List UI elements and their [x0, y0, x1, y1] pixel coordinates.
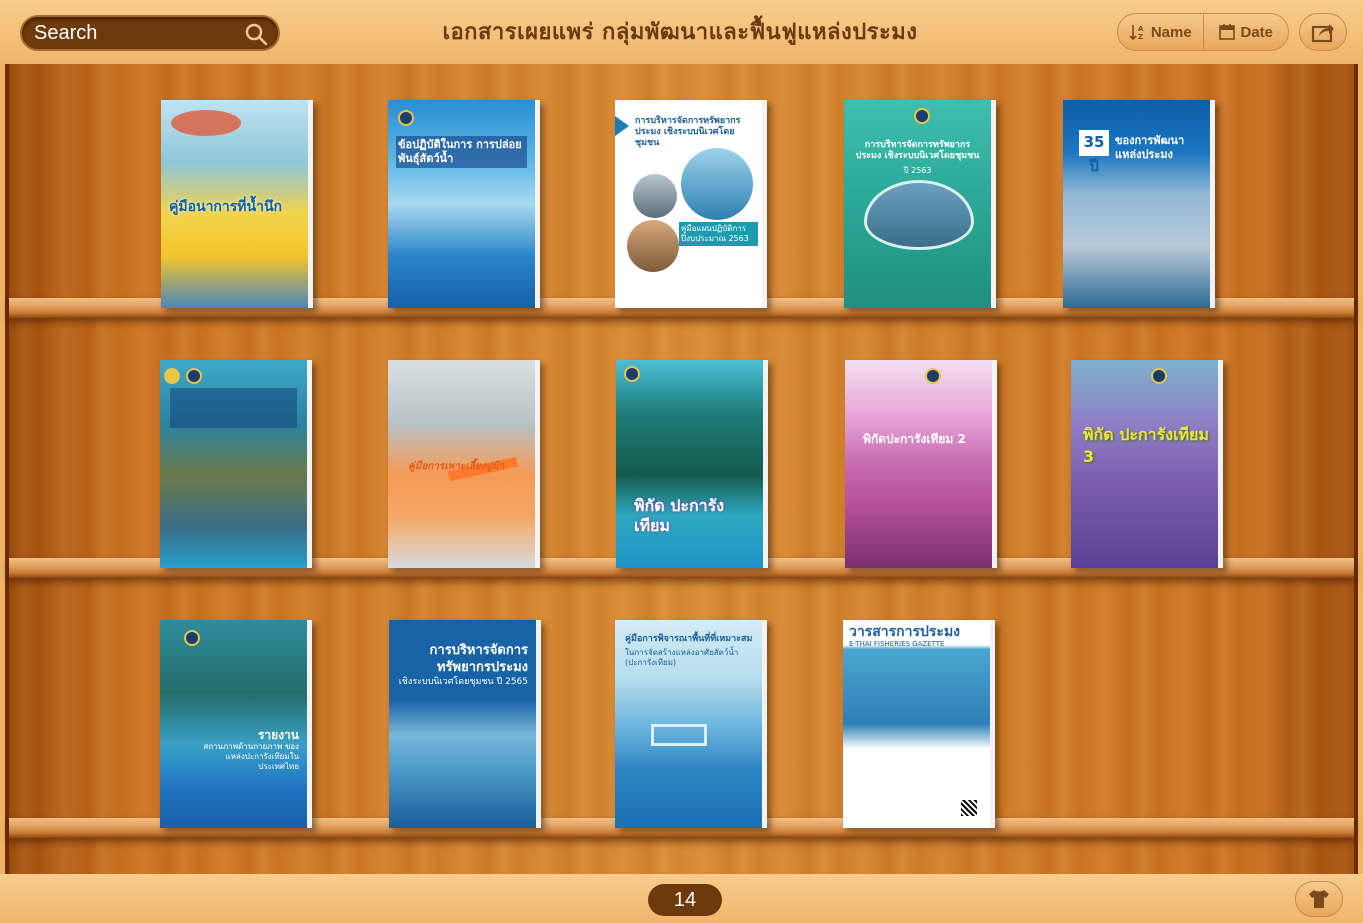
sort-by-name-button[interactable]: A Z Name: [1118, 14, 1203, 50]
bottom-toolbar: 14: [0, 874, 1363, 923]
sort-alpha-icon: A Z: [1129, 25, 1144, 41]
book-cover[interactable]: การบริหารจัดการทรัพยากรประมง เชิงระบบนิเ…: [844, 100, 996, 308]
book-subtitle: ในการจัดสร้างแหล่งอาศัยสัตว์น้ำ (ปะการัง…: [625, 648, 739, 667]
book-subtitle: เชิงระบบนิเวศโดยชุมชน ปี 2565: [398, 677, 528, 687]
svg-text:Z: Z: [1138, 33, 1143, 41]
book-title: การบริหารจัดการทรัพยากรประมง เชิงระบบนิเ…: [855, 140, 980, 161]
book-cover[interactable]: คู่มือการเพาะเลี้ยงปูม้า: [388, 360, 540, 568]
search-box[interactable]: [20, 15, 280, 51]
sort-group: A Z Name Date: [1117, 13, 1289, 51]
book-title: ข้อปฏิบัติในการ การปล่อยพันธุ์สัตว์น้ำ: [396, 136, 527, 168]
calendar-icon: [1219, 24, 1236, 40]
book-title: การบริหารจัดการทรัพยากรประมง เชิงระบบนิเ…: [635, 116, 741, 148]
search-icon[interactable]: [244, 22, 268, 46]
book-title: คู่มือนาการที่น้ำนึก: [169, 199, 282, 215]
book-subtitle: E-THAI FISHERIES GAZETTE: [849, 640, 945, 648]
book-title: การบริหารจัดการ ทรัพยากรประมง: [429, 643, 528, 675]
theme-button[interactable]: [1295, 881, 1343, 917]
page-title: เอกสารเผยแพร่ กลุ่มพัฒนาและฟื้นฟูแหล่งปร…: [442, 20, 918, 45]
book-subtitle: คู่มือแผนปฏิบัติการ ปีงบประมาณ 2563: [679, 222, 758, 246]
book-title: พิกัด ปะการังเทียม 3: [1083, 425, 1209, 466]
book-cover[interactable]: การบริหารจัดการ ทรัพยากรประมง เชิงระบบนิ…: [389, 620, 541, 828]
book-title: คู่มือการพิจารณาพื้นที่ที่เหมาะสม: [625, 634, 753, 644]
book-cover[interactable]: พิกัดปะการังเทียม 2: [845, 360, 997, 568]
book-cover[interactable]: คู่มือการพิจารณาพื้นที่ที่เหมาะสม ในการจ…: [615, 620, 767, 828]
sort-name-label: Name: [1150, 23, 1192, 41]
book-title: พิกัดปะการังเทียม 2: [863, 432, 966, 446]
bookshelf: คู่มือนาการที่น้ำนึก ข้อปฏิบัติในการ การ…: [5, 64, 1358, 874]
book-cover[interactable]: การบริหารจัดการทรัพยากรประมง เชิงระบบนิเ…: [615, 100, 767, 308]
book-subtitle: สถานภาพด้านกายภาพ ของแหล่งปะการังเทียมใน…: [203, 742, 299, 771]
share-icon: [1311, 24, 1334, 43]
book-cover[interactable]: พิกัด ปะการังเทียม: [616, 360, 768, 568]
top-toolbar: เอกสารเผยแพร่ กลุ่มพัฒนาและฟื้นฟูแหล่งปร…: [0, 0, 1363, 64]
search-input[interactable]: [34, 21, 244, 45]
book-cover[interactable]: คู่มือนาการที่น้ำนึก: [161, 100, 313, 308]
book-title: พิกัด ปะการังเทียม: [634, 496, 725, 535]
book-title: รายงาน: [257, 728, 299, 742]
book-cover[interactable]: วารสารการประมง E-THAI FISHERIES GAZETTE: [843, 620, 995, 828]
book-cover[interactable]: 35 ปี ของการพัฒนา แหล่งประมง: [1063, 100, 1215, 308]
book-cover[interactable]: ข้อปฏิบัติในการ การปล่อยพันธุ์สัตว์น้ำ: [388, 100, 540, 308]
book-subtitle: ปี 2563: [903, 166, 932, 175]
book-title: คู่มือการเพาะเลี้ยงปูม้า: [408, 461, 505, 472]
sort-by-date-button[interactable]: Date: [1202, 14, 1289, 50]
tshirt-icon: [1309, 890, 1329, 908]
svg-text:A: A: [1138, 25, 1144, 33]
item-count-badge: 14: [648, 884, 722, 916]
book-cover[interactable]: รายงาน สถานภาพด้านกายภาพ ของแหล่งปะการัง…: [160, 620, 312, 828]
book-subtitle: 35 ปี: [1079, 130, 1109, 175]
share-button[interactable]: [1299, 13, 1347, 51]
book-title: วารสารการประมง: [849, 624, 961, 640]
sort-date-label: Date: [1240, 23, 1273, 41]
book-cover[interactable]: พิกัด ปะการังเทียม 3: [1071, 360, 1223, 568]
book-cover[interactable]: [160, 360, 312, 568]
book-title: ของการพัฒนา แหล่งประมง: [1115, 134, 1185, 161]
